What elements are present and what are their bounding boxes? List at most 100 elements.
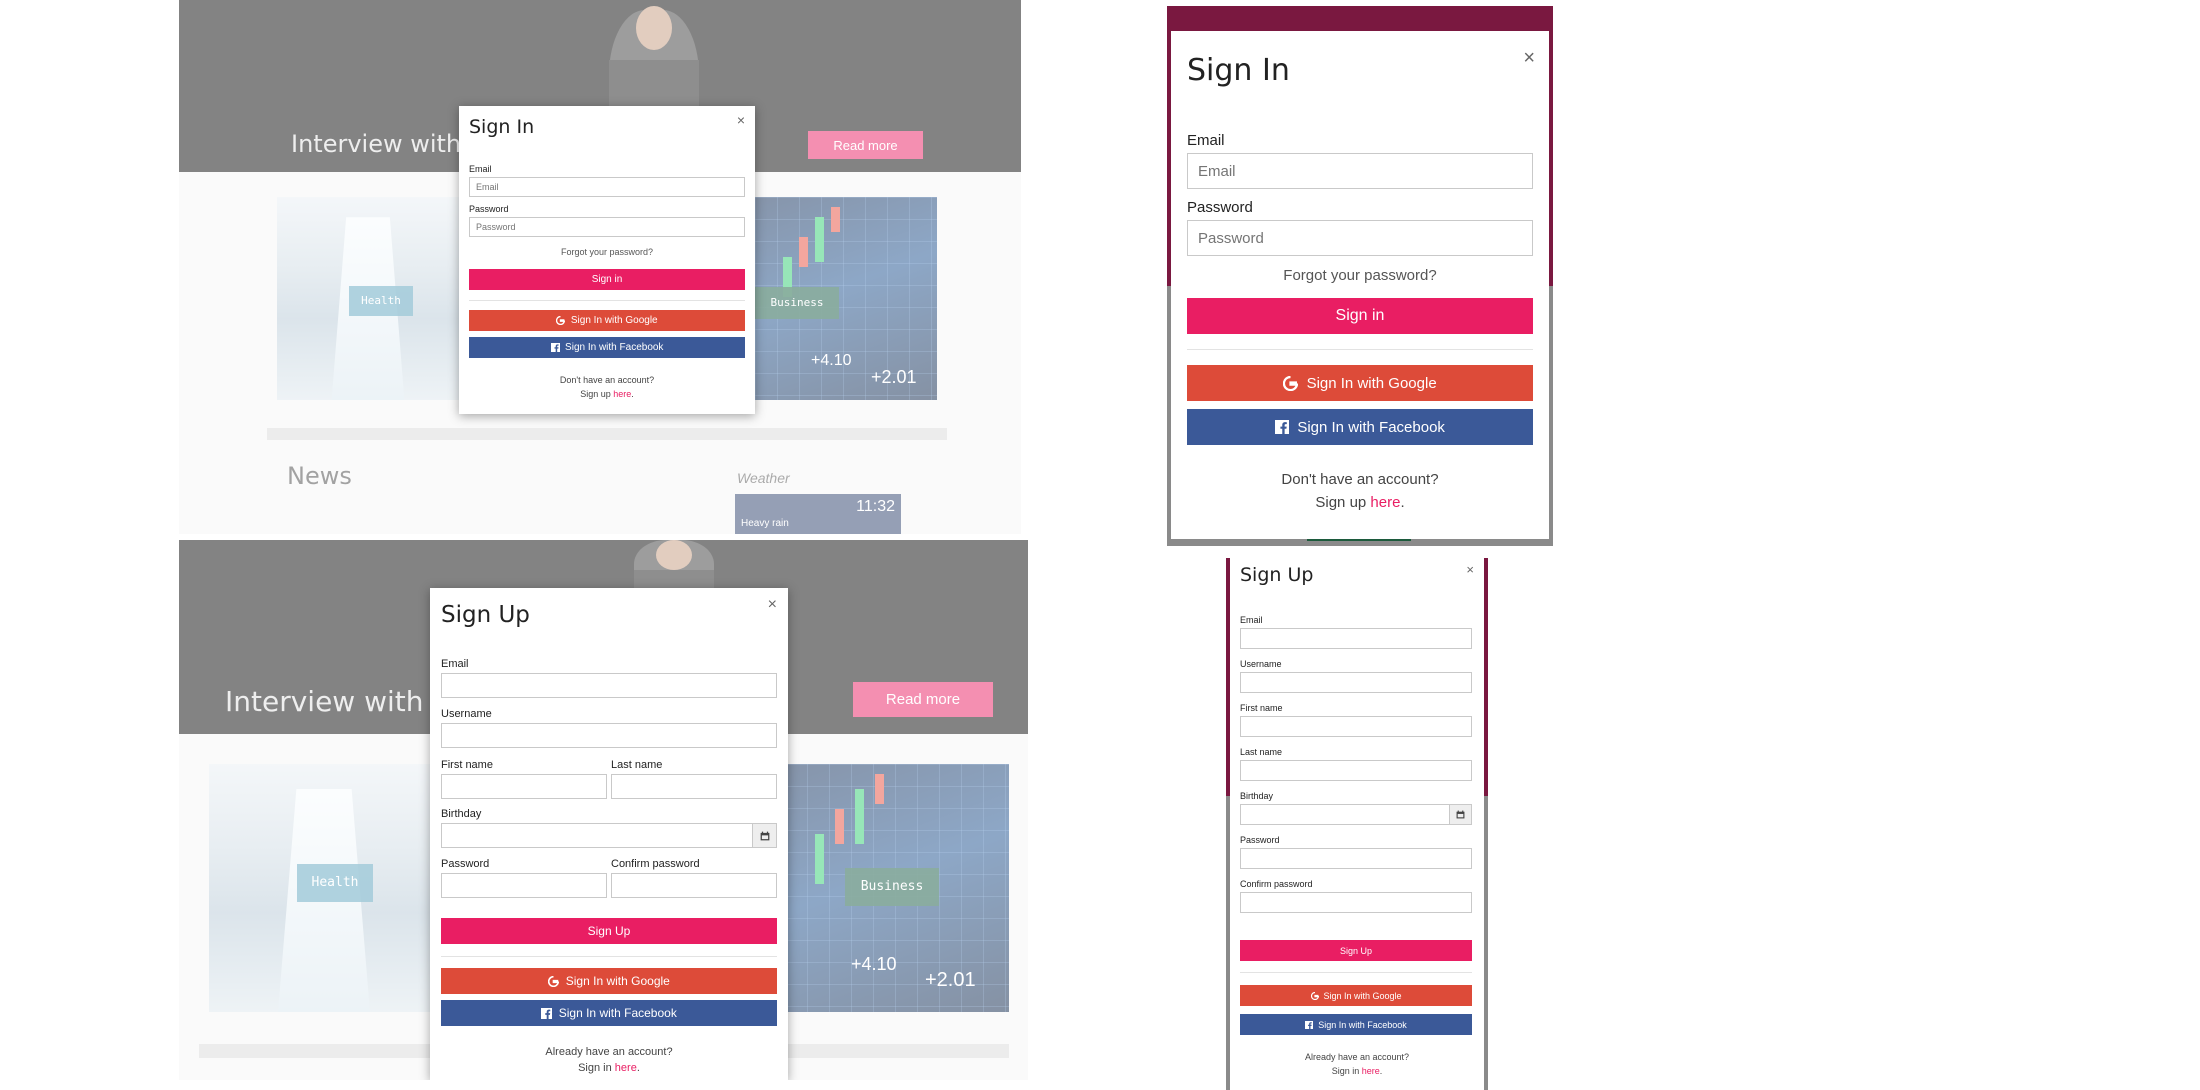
business-card[interactable]: +4.10 +2.01 Business: [785, 764, 1009, 1012]
password-input[interactable]: [1240, 848, 1472, 869]
no-account-text: Don't have an account?: [559, 375, 655, 385]
close-icon[interactable]: ×: [1523, 47, 1535, 70]
username-input[interactable]: [441, 723, 777, 748]
google-label: Sign In with Google: [565, 974, 670, 988]
password-input[interactable]: [469, 217, 745, 237]
divider: [469, 300, 745, 301]
business-label: Business: [755, 287, 839, 319]
first-name-label: First name: [1240, 703, 1283, 713]
email-label: Email: [469, 164, 492, 174]
signin-modal-mobile: Sign In × Email Password Forgot your pas…: [1171, 31, 1549, 539]
signin-mobile-panel: Sign In × Email Password Forgot your pas…: [1167, 6, 1553, 546]
email-label: Email: [1240, 615, 1263, 625]
password-input[interactable]: [1187, 220, 1533, 256]
signup-modal: Sign Up × Email Username First name Last…: [430, 588, 788, 1080]
signin-link[interactable]: here: [1362, 1066, 1380, 1076]
facebook-label: Sign In with Facebook: [1318, 1019, 1407, 1030]
health-label: Health: [297, 864, 373, 902]
read-more-button[interactable]: Read more: [808, 131, 923, 159]
google-signin-button[interactable]: Sign In with Google: [1187, 365, 1533, 401]
signin-prefix: Sign in: [1331, 1066, 1362, 1076]
google-label: Sign In with Google: [570, 315, 658, 326]
signup-button[interactable]: Sign Up: [441, 918, 777, 944]
hero-title: Interview with T: [225, 685, 450, 718]
signup-prefix: Sign up: [1315, 494, 1371, 511]
google-icon: [1310, 991, 1319, 1000]
username-label: Username: [1240, 659, 1282, 669]
google-label: Sign In with Google: [1306, 374, 1437, 392]
last-name-input[interactable]: [611, 774, 777, 799]
confirm-password-input[interactable]: [1240, 892, 1472, 913]
facebook-signin-button[interactable]: Sign In with Facebook: [469, 337, 745, 358]
facebook-label: Sign In with Facebook: [565, 342, 664, 353]
signup-suffix: .: [1400, 494, 1405, 511]
google-signin-button[interactable]: Sign In with Google: [469, 310, 745, 331]
last-name-label: Last name: [1240, 747, 1283, 757]
confirm-password-label: Confirm password: [611, 858, 700, 870]
signin-button[interactable]: Sign in: [469, 269, 745, 290]
weather-widget: 11:32 Heavy rain: [735, 494, 901, 534]
username-label: Username: [441, 708, 492, 720]
signup-mobile-panel: Sign Up × Email Username First name Last…: [1226, 558, 1488, 1090]
calendar-icon[interactable]: [753, 823, 777, 848]
last-name-label: Last name: [611, 759, 663, 771]
google-signin-button[interactable]: Sign In with Google: [1240, 985, 1472, 1006]
health-card[interactable]: Health: [277, 197, 459, 400]
close-icon[interactable]: ×: [737, 112, 745, 128]
confirm-password-input[interactable]: [611, 873, 777, 898]
email-label: Email: [441, 658, 469, 670]
signup-link[interactable]: here: [1370, 494, 1400, 511]
signin-button[interactable]: Sign in: [1187, 298, 1533, 334]
signup-prefix: Sign up: [580, 389, 614, 399]
last-name-input[interactable]: [1240, 760, 1472, 781]
news-title: News: [287, 462, 352, 490]
stock-value: +2.01: [925, 969, 976, 991]
facebook-label: Sign In with Facebook: [1297, 418, 1445, 436]
google-icon: [548, 975, 560, 987]
read-more-button[interactable]: Read more: [853, 682, 993, 717]
first-name-input[interactable]: [1240, 716, 1472, 737]
stock-value: +2.01: [871, 367, 917, 387]
google-icon: [556, 316, 566, 325]
email-input[interactable]: [1240, 628, 1472, 649]
calendar-icon[interactable]: [1450, 804, 1472, 825]
divider: [441, 956, 777, 957]
business-card[interactable]: +4.10 +2.01 Business: [755, 197, 937, 400]
facebook-signin-button[interactable]: Sign In with Facebook: [1240, 1014, 1472, 1035]
facebook-icon: [541, 1007, 553, 1019]
email-input[interactable]: [441, 673, 777, 698]
business-label: Business: [845, 868, 939, 906]
signin-prompt: Sign in here.: [430, 1062, 788, 1074]
no-account-text: Don't have an account?: [1281, 471, 1439, 488]
password-label: Password: [1187, 199, 1253, 216]
google-signin-button[interactable]: Sign In with Google: [441, 968, 777, 994]
signin-link[interactable]: here: [615, 1062, 637, 1074]
birthday-input[interactable]: [441, 823, 753, 848]
divider: [1187, 349, 1533, 350]
username-input[interactable]: [1240, 672, 1472, 693]
facebook-signin-button[interactable]: Sign In with Facebook: [1187, 409, 1533, 445]
signup-link[interactable]: here: [613, 389, 631, 399]
signin-suffix: .: [636, 1062, 640, 1074]
email-input[interactable]: [469, 177, 745, 197]
birthday-input[interactable]: [1240, 804, 1450, 825]
signup-prompt: Sign up here.: [1171, 494, 1549, 511]
signin-prompt: Sign in here.: [1230, 1066, 1484, 1076]
facebook-signin-button[interactable]: Sign In with Facebook: [441, 1000, 777, 1026]
signin-suffix: .: [1379, 1066, 1383, 1076]
health-card[interactable]: Health: [209, 764, 439, 1012]
close-icon[interactable]: ×: [768, 596, 777, 614]
email-input[interactable]: [1187, 153, 1533, 189]
close-icon[interactable]: ×: [1466, 562, 1474, 577]
first-name-label: First name: [441, 759, 493, 771]
forgot-password-link[interactable]: Forgot your password?: [459, 247, 755, 257]
google-icon: [1283, 375, 1299, 391]
password-input[interactable]: [441, 873, 607, 898]
forgot-password-link[interactable]: Forgot your password?: [1171, 267, 1549, 284]
signin-prefix: Sign in: [578, 1062, 615, 1074]
first-name-input[interactable]: [441, 774, 607, 799]
signin-modal: Sign In × Email Password Forgot your pas…: [459, 106, 755, 414]
facebook-icon: [550, 343, 560, 352]
signup-suffix: .: [631, 389, 634, 399]
signup-button[interactable]: Sign Up: [1240, 940, 1472, 961]
